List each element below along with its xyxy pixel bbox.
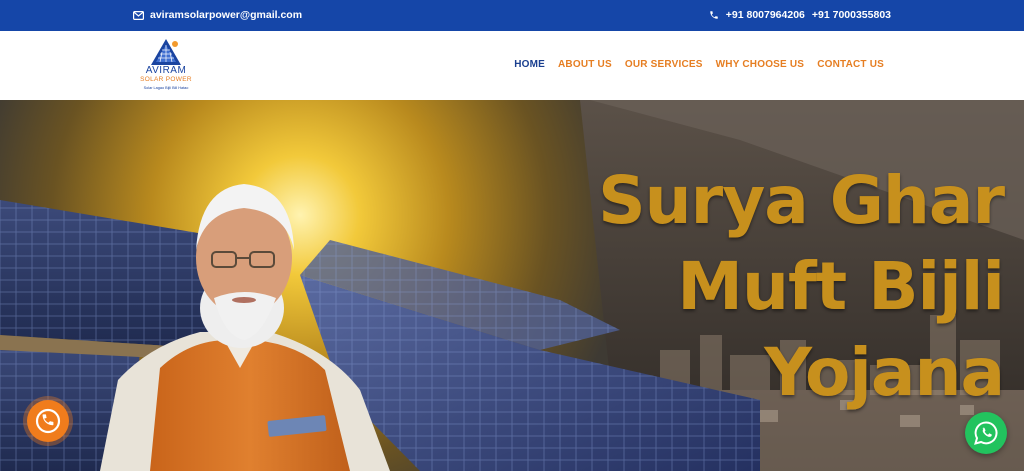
solar-panel-logo-icon — [151, 39, 181, 65]
logo-subtitle: SOLAR POWER — [140, 76, 192, 83]
site-logo[interactable]: AVIRAM SOLAR POWER Solar Lagao Bijli Bil… — [128, 36, 204, 94]
logo-name: AVIRAM — [145, 65, 187, 76]
main-nav: HOME ABOUT US OUR SERVICES WHY CHOOSE US… — [514, 59, 884, 70]
phone-numbers: +91 8007964206 +91 7000355803 — [709, 9, 891, 21]
phone-icon — [710, 11, 718, 19]
top-contact-bar: aviramsolarpower@gmail.com +91 800796420… — [0, 0, 1024, 31]
hero-title-line-3: Yojana — [764, 334, 1005, 411]
hero-title: Surya Ghar Muft Bijli Yojana — [584, 158, 1005, 416]
nav-home[interactable]: HOME — [514, 59, 545, 70]
email-link[interactable]: aviramsolarpower@gmail.com — [133, 9, 302, 21]
logo-tagline: Solar Lagao Bijli Bill Hatao — [143, 86, 189, 90]
whatsapp-button[interactable] — [965, 412, 1007, 454]
call-button[interactable] — [27, 400, 69, 442]
site-header: AVIRAM SOLAR POWER Solar Lagao Bijli Bil… — [0, 31, 1024, 100]
hero-title-line-1: Surya Ghar — [598, 162, 1005, 239]
nav-contact-us[interactable]: CONTACT US — [817, 59, 884, 70]
email-text: aviramsolarpower@gmail.com — [150, 9, 303, 21]
whatsapp-icon — [974, 421, 998, 445]
nav-about-us[interactable]: ABOUT US — [558, 59, 612, 70]
nav-our-services[interactable]: OUR SERVICES — [625, 59, 703, 70]
phone-number-1[interactable]: +91 8007964206 — [726, 9, 805, 21]
hero-banner: Surya Ghar Muft Bijli Yojana — [0, 100, 1024, 471]
hero-title-line-2: Muft Bijli — [677, 248, 1005, 325]
nav-why-choose-us[interactable]: WHY CHOOSE US — [716, 59, 805, 70]
envelope-icon — [133, 10, 144, 20]
phone-call-icon — [35, 408, 61, 434]
phone-number-2[interactable]: +91 7000355803 — [812, 9, 891, 21]
